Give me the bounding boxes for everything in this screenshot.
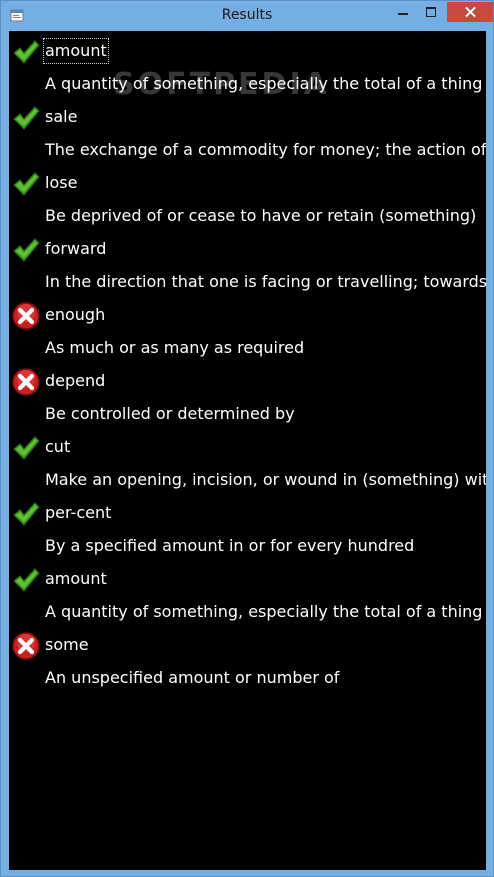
minimize-button[interactable] — [389, 2, 417, 22]
result-word: depend — [45, 371, 106, 390]
result-definition: As much or as many as required — [45, 338, 305, 357]
result-item[interactable]: per-cent By a specified amount in or for … — [9, 495, 486, 561]
result-word: forward — [45, 239, 107, 258]
check-icon — [11, 565, 41, 595]
result-item[interactable]: enough As much or as many as required — [9, 297, 486, 363]
result-definition: A quantity of something, especially the … — [45, 74, 486, 93]
check-icon — [11, 235, 41, 265]
result-definition: In the direction that one is facing or t… — [45, 272, 486, 291]
result-word: sale — [45, 107, 78, 126]
result-item[interactable]: cut Make an opening, incision, or wound i… — [9, 429, 486, 495]
result-item[interactable]: lose Be deprived of or cease to have or r… — [9, 165, 486, 231]
check-icon — [11, 169, 41, 199]
result-definition: An unspecified amount or number of — [45, 668, 340, 687]
check-icon — [11, 103, 41, 133]
cross-icon — [11, 367, 41, 397]
result-item[interactable]: depend Be controlled or determined by — [9, 363, 486, 429]
result-definition: By a specified amount in or for every hu… — [45, 536, 415, 555]
results-list[interactable]: SOFTPEDIA amount A quantity of something,… — [9, 31, 486, 870]
result-definition: The exchange of a commodity for money; t… — [45, 140, 486, 159]
result-definition: Make an opening, incision, or wound in (… — [45, 470, 486, 489]
check-icon — [11, 499, 41, 529]
maximize-button[interactable] — [417, 2, 445, 22]
result-word: cut — [45, 437, 71, 456]
close-button[interactable] — [447, 2, 493, 22]
title-bar[interactable]: Results — [1, 1, 493, 31]
result-word: enough — [45, 305, 106, 324]
check-icon — [11, 37, 41, 67]
result-definition: A quantity of something, especially the … — [45, 602, 486, 621]
result-item[interactable]: some An unspecified amount or number of — [9, 627, 486, 693]
result-word: lose — [45, 173, 78, 192]
result-definition: Be deprived of or cease to have or retai… — [45, 206, 477, 225]
cross-icon — [11, 631, 41, 661]
result-word: some — [45, 635, 89, 654]
result-item[interactable]: sale The exchange of a commodity for mone… — [9, 99, 486, 165]
result-item[interactable]: amount A quantity of something, especiall… — [9, 561, 486, 627]
result-word: amount — [43, 38, 109, 64]
result-item[interactable]: forward In the direction that one is faci… — [9, 231, 486, 297]
result-word: per-cent — [45, 503, 112, 522]
result-definition: Be controlled or determined by — [45, 404, 295, 423]
result-word: amount — [45, 569, 107, 588]
check-icon — [11, 433, 41, 463]
result-item[interactable]: amount A quantity of something, especiall… — [9, 33, 486, 99]
cross-icon — [11, 301, 41, 331]
results-window: Results SOFTPEDIA amount A quantity of so… — [0, 0, 494, 877]
